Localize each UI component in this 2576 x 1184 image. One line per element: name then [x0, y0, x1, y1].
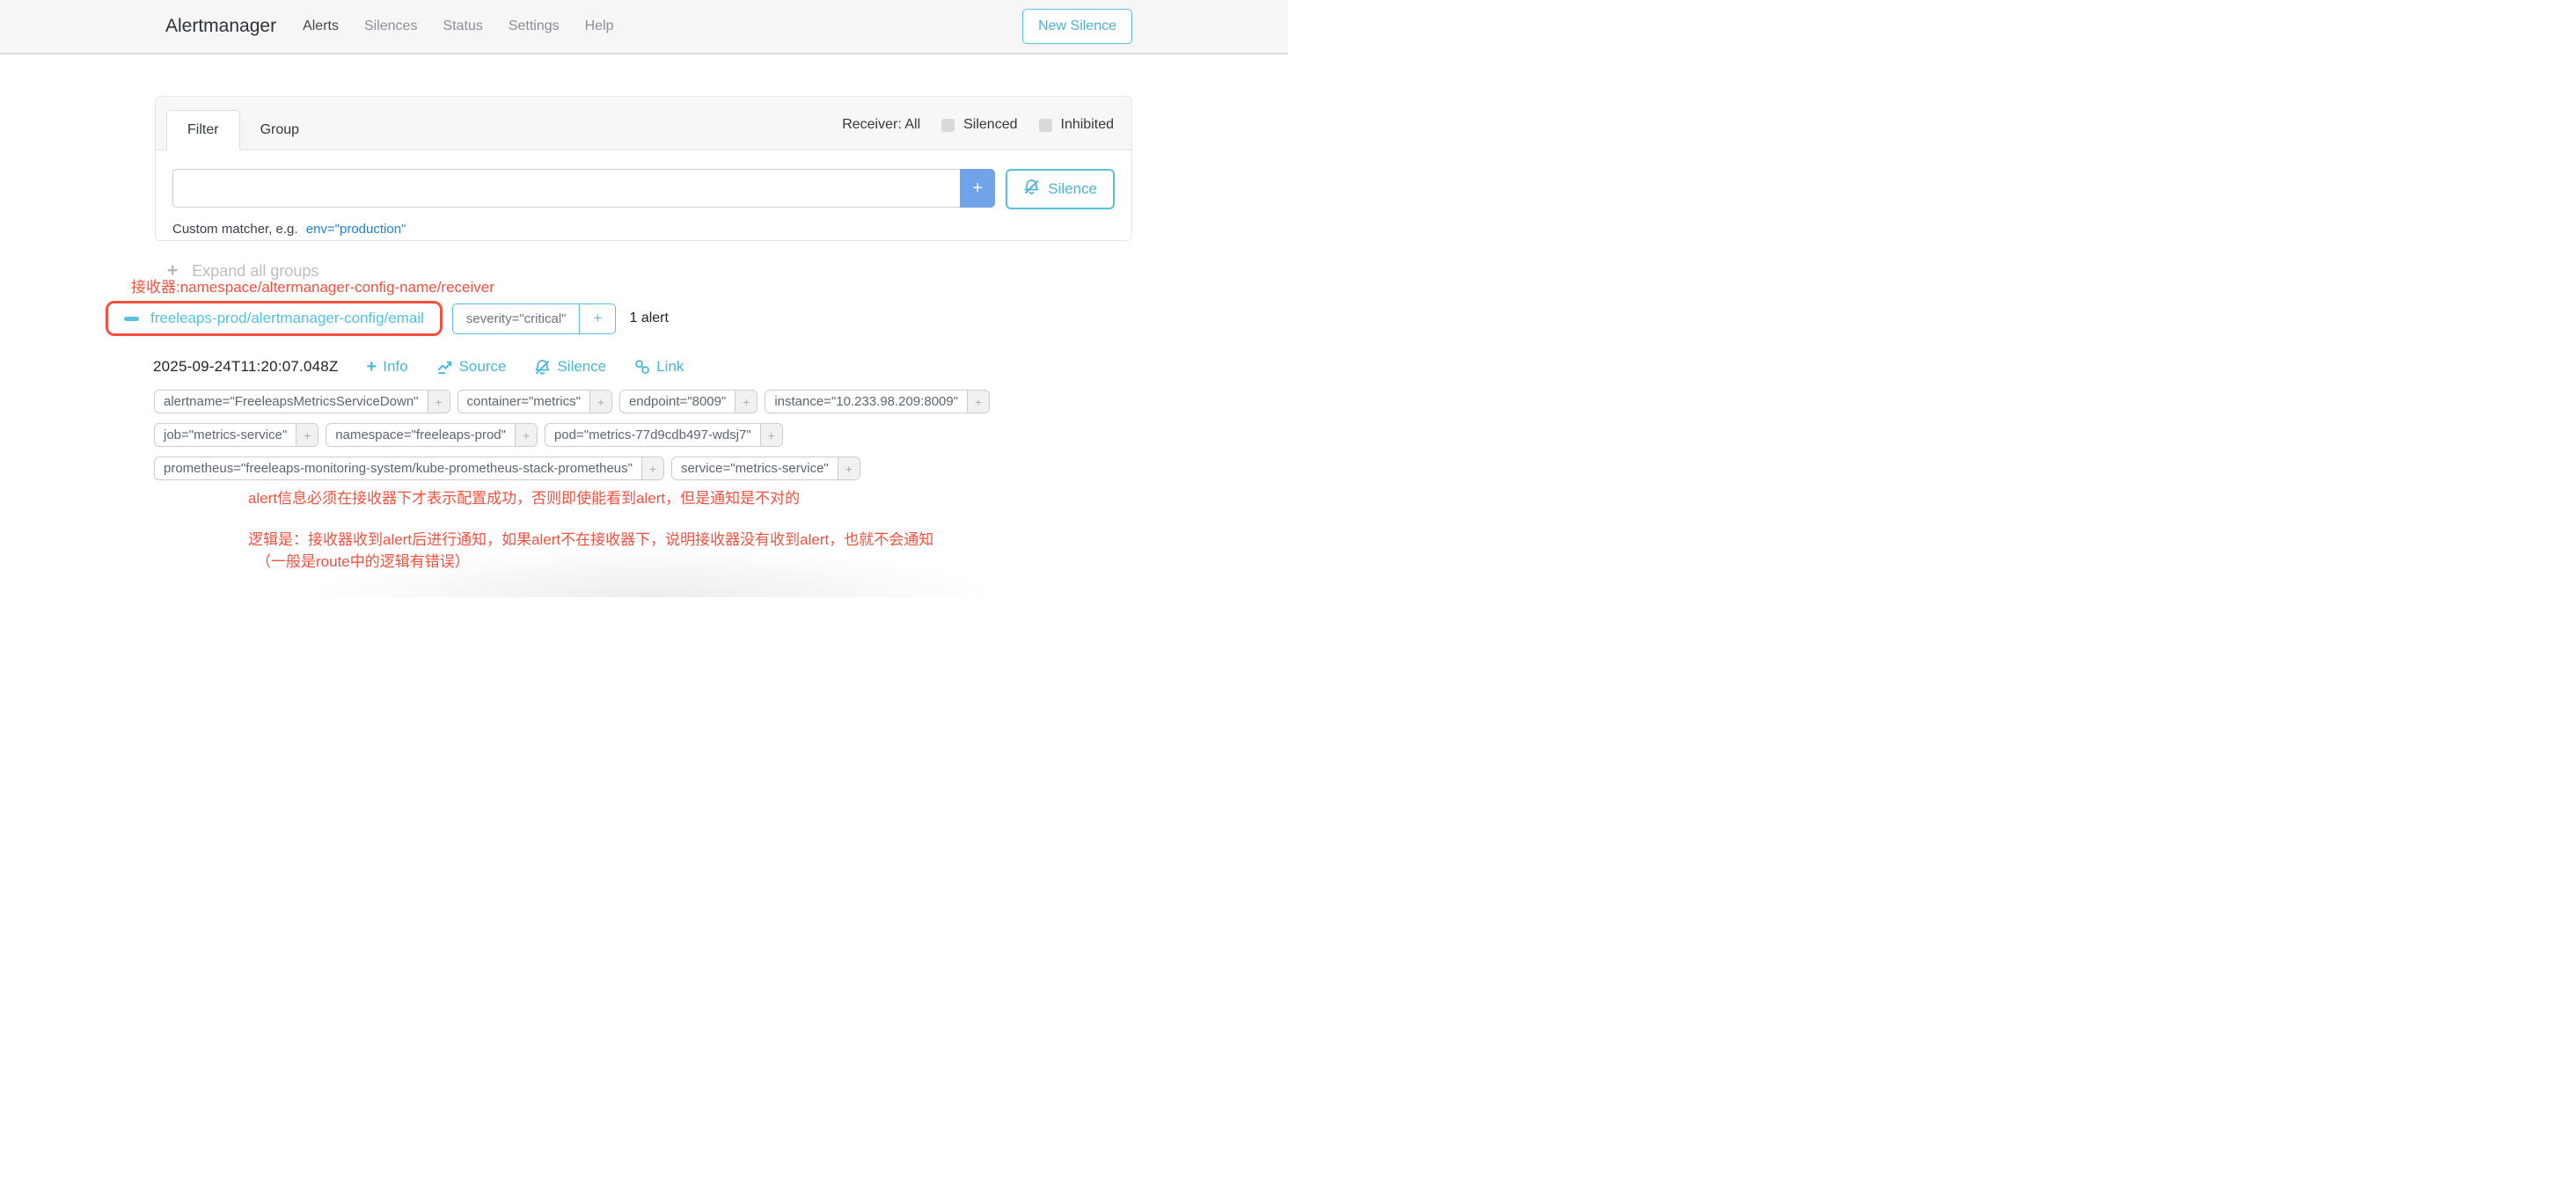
nav-settings[interactable]: Settings [509, 18, 560, 34]
label-add-button[interactable]: + [428, 391, 450, 413]
group-key-add-button[interactable]: + [579, 304, 615, 333]
matcher-example-link[interactable]: env="production" [306, 222, 406, 237]
annotation-receiver-note: 接收器:namespace/altermanager-config-name/r… [131, 274, 494, 296]
link-action-label: Link [656, 358, 684, 376]
alert-header: 2025-09-24T11:20:07.048Z + Info Source [153, 358, 684, 376]
silenced-label: Silenced [963, 117, 1017, 133]
alertmanager-app: Alertmanager Alerts Silences Status Sett… [0, 0, 1288, 592]
custom-matcher-hint: Custom matcher, e.g. [172, 222, 298, 237]
navbar: Alertmanager Alerts Silences Status Sett… [0, 0, 1288, 55]
silence-button[interactable]: Silence [1006, 169, 1115, 209]
inhibited-label: Inhibited [1061, 117, 1115, 133]
label-text: namespace="freeleaps-prod" [326, 424, 515, 446]
label-add-button[interactable]: + [296, 424, 318, 446]
receiver-group-label: freeleaps-prod/alertmanager-config/email [150, 310, 424, 327]
group-key-control: severity="critical" + [452, 303, 617, 334]
alert-labels: alertname="FreeleapsMetricsServiceDown" … [154, 390, 1038, 480]
info-action-label: Info [383, 358, 407, 376]
silence-action-label: Silence [557, 358, 606, 376]
alert-group-row: freeleaps-prod/alertmanager-config/email… [106, 301, 669, 336]
new-silence-button[interactable]: New Silence [1022, 9, 1132, 44]
nav-alerts[interactable]: Alerts [303, 18, 339, 34]
receiver-highlight-box: freeleaps-prod/alertmanager-config/email [106, 301, 443, 336]
nav-silences[interactable]: Silences [364, 18, 417, 34]
receiver-group-button[interactable]: freeleaps-prod/alertmanager-config/email [112, 303, 436, 333]
matcher-row: + Silence [172, 169, 1115, 209]
add-matcher-button[interactable]: + [960, 169, 995, 208]
annotation-logic-note: 逻辑是：接收器收到alert后进行通知，如果alert不在接收器下，说明接收器没… [248, 527, 933, 549]
link-icon [634, 359, 650, 375]
label-text: pod="metrics-77d9cdb497-wdsj7" [545, 424, 760, 446]
label-text: alertname="FreeleapsMetricsServiceDown" [155, 391, 428, 413]
source-action-label: Source [459, 358, 507, 376]
silence-action[interactable]: Silence [534, 358, 606, 376]
label-text: job="metrics-service" [155, 424, 296, 446]
label-text: container="metrics" [458, 391, 589, 413]
label-pill-pod[interactable]: pod="metrics-77d9cdb497-wdsj7" + [545, 423, 783, 447]
label-add-button[interactable]: + [967, 391, 989, 413]
app-brand[interactable]: Alertmanager [165, 16, 276, 37]
bell-slash-icon [534, 359, 551, 376]
matcher-input[interactable] [172, 169, 960, 208]
matcher-input-group: + [172, 169, 995, 208]
label-pill-prometheus[interactable]: prometheus="freeleaps-monitoring-system/… [154, 457, 664, 480]
label-pill-namespace[interactable]: namespace="freeleaps-prod" + [326, 423, 538, 447]
label-add-button[interactable]: + [838, 457, 860, 479]
label-pill-job[interactable]: job="metrics-service" + [154, 423, 318, 447]
custom-matcher-hint-row: Custom matcher, e.g. env="production" [172, 222, 1115, 237]
annotation-alert-note: alert信息必须在接收器下才表示配置成功，否则即使能看到alert，但是通知是… [248, 486, 800, 508]
label-pill-alertname[interactable]: alertname="FreeleapsMetricsServiceDown" … [154, 390, 450, 413]
silenced-checkbox[interactable] [941, 119, 955, 132]
link-action[interactable]: Link [634, 358, 684, 376]
annotation-logic-note-2: （一般是route中的逻辑有错误） [256, 549, 470, 571]
label-add-button[interactable]: + [735, 391, 757, 413]
filter-options: Receiver: All Silenced Inhibited [842, 117, 1114, 150]
tab-group[interactable]: Group [240, 111, 319, 150]
nav-status[interactable]: Status [443, 18, 482, 34]
silence-button-label: Silence [1048, 180, 1097, 198]
label-add-button[interactable]: + [515, 424, 537, 446]
alert-count: 1 alert [629, 311, 668, 326]
inhibited-checkbox[interactable] [1039, 119, 1052, 132]
receiver-filter[interactable]: Receiver: All [842, 117, 920, 133]
label-text: instance="10.233.98.209:8009" [765, 391, 967, 413]
nav-help[interactable]: Help [585, 18, 614, 34]
bell-slash-icon [1023, 179, 1040, 200]
label-add-button[interactable]: + [641, 457, 663, 479]
label-text: endpoint="8009" [620, 391, 735, 413]
label-pill-container[interactable]: container="metrics" + [457, 390, 612, 413]
label-pill-endpoint[interactable]: endpoint="8009" + [619, 390, 757, 413]
plus-icon: + [367, 358, 377, 376]
group-key-label: severity="critical" [453, 304, 580, 333]
tab-filter[interactable]: Filter [166, 110, 240, 150]
label-text: service="metrics-service" [672, 457, 838, 479]
label-text: prometheus="freeleaps-monitoring-system/… [155, 457, 641, 479]
main-content: Filter Group Receiver: All Silenced Inhi… [0, 55, 1288, 590]
label-add-button[interactable]: + [760, 424, 782, 446]
filter-card: Filter Group Receiver: All Silenced Inhi… [155, 96, 1132, 241]
alert-timestamp: 2025-09-24T11:20:07.048Z [153, 358, 339, 376]
label-add-button[interactable]: + [589, 391, 611, 413]
filter-card-header: Filter Group Receiver: All Silenced Inhi… [156, 97, 1131, 150]
minus-icon [124, 317, 139, 321]
label-pill-instance[interactable]: instance="10.233.98.209:8009" + [765, 390, 990, 413]
chart-line-icon [436, 359, 453, 376]
main-nav: Alerts Silences Status Settings Help [303, 18, 613, 34]
filter-card-body: + Silence Custom mat [156, 150, 1131, 237]
source-action[interactable]: Source [436, 358, 507, 376]
info-action[interactable]: + Info [367, 358, 408, 376]
label-pill-service[interactable]: service="metrics-service" + [671, 457, 860, 480]
